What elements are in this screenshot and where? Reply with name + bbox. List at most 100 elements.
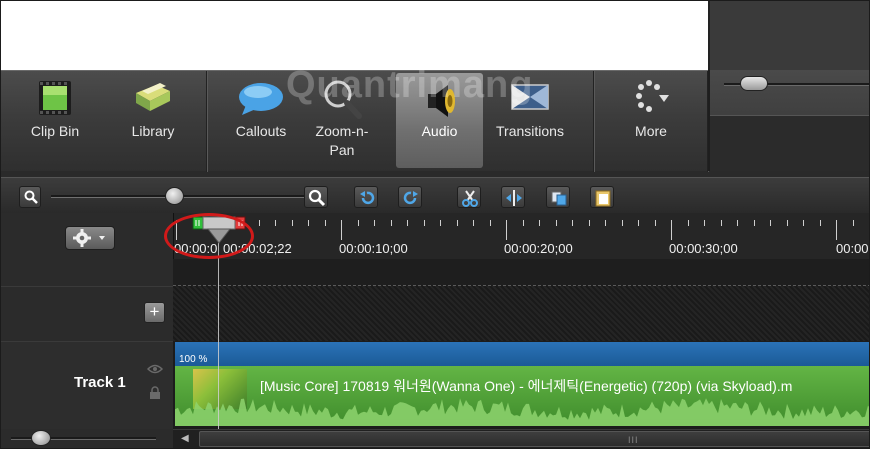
zoom-slider-thumb[interactable] (165, 187, 184, 205)
toolbar-separator (593, 71, 594, 172)
lock-icon[interactable] (149, 386, 161, 400)
clip-bin-icon (37, 79, 73, 120)
more-button[interactable]: More (613, 71, 689, 172)
zoom-out-icon (24, 190, 38, 204)
ruler-tick (770, 220, 771, 226)
ruler-tick (407, 220, 408, 226)
ruler-tick (819, 220, 821, 226)
ruler-tick (489, 220, 491, 226)
timeline-ruler[interactable]: 00:00:0 00:00:02;22 00:00:10;00 00:00:20;00… (173, 213, 869, 259)
camtasia-window: Clip Bin Library Callouts Zoom-n-Pan Aud… (0, 0, 870, 449)
paste-button[interactable] (590, 186, 614, 208)
timeline-controls-bar (1, 177, 869, 213)
more-icon (631, 79, 671, 118)
track-1-label: Track 1 (74, 374, 126, 391)
ruler-tick (456, 220, 458, 226)
copy-button[interactable] (546, 186, 570, 208)
more-label: More (635, 123, 667, 139)
library-icon (132, 79, 174, 118)
library-label: Library (131, 123, 175, 139)
redo-button[interactable] (398, 186, 422, 208)
ruler-tick (423, 220, 425, 226)
ruler-tick (473, 220, 474, 226)
ruler-tick (341, 220, 342, 240)
eye-icon[interactable] (147, 364, 163, 374)
ruler-tick (440, 220, 441, 226)
ruler-tick (324, 220, 326, 226)
chevron-down-icon (99, 236, 105, 240)
ruler-tick (522, 220, 524, 226)
properties-panel (710, 115, 869, 171)
copy-icon (551, 191, 567, 206)
scroll-grip: III (628, 435, 639, 445)
ruler-tick (539, 220, 540, 226)
ruler-tick (555, 220, 557, 226)
ruler-tick (654, 220, 656, 226)
ruler-tick (390, 220, 392, 226)
zoom-in-button[interactable] (304, 186, 328, 208)
ruler-tick (753, 220, 755, 226)
transitions-label: Transitions (496, 123, 564, 139)
ruler-tick (605, 220, 606, 226)
ruler-tick (638, 220, 639, 226)
ruler-tick (737, 220, 738, 226)
audio-waveform (175, 398, 869, 426)
playhead-line (218, 241, 219, 429)
timeline-row-header (1, 259, 173, 286)
ruler-tick (308, 220, 309, 226)
callouts-label: Callouts (235, 123, 287, 139)
gear-icon (73, 229, 105, 247)
ruler-tick (671, 220, 672, 240)
audio-volume-lane[interactable] (175, 342, 869, 366)
ruler-tick (803, 220, 804, 226)
undo-button[interactable] (354, 186, 378, 208)
undo-icon (360, 191, 375, 205)
ruler-time-label: 00:00:30;00 (669, 241, 738, 256)
ruler-tick (258, 220, 260, 226)
ruler-tick (720, 220, 722, 226)
ruler-tick (836, 220, 837, 240)
split-icon (506, 190, 522, 206)
zoom-out-button[interactable] (19, 186, 41, 208)
clip-volume-percent: 100 % (179, 354, 208, 365)
toolbar-separator (206, 71, 207, 172)
audio-label: Audio (421, 123, 458, 139)
timeline-marker-row (173, 259, 869, 286)
paste-icon (595, 190, 611, 207)
horizontal-scroll-thumb[interactable] (199, 431, 869, 447)
playhead-highlight-circle (164, 213, 254, 259)
preview-frame-left (1, 1, 8, 70)
volume-slider-thumb[interactable] (740, 76, 768, 91)
library-button[interactable]: Library (117, 71, 189, 172)
ruler-time-label: 00:00 (836, 241, 869, 256)
scissors-icon (462, 190, 478, 207)
clip-title: [Music Core] 170819 워너원(Wanna One) - 에너제… (260, 378, 793, 394)
split-button[interactable] (501, 186, 525, 208)
zoom-n-pan-label: Zoom-n-Pan (315, 123, 369, 158)
cut-button[interactable] (457, 186, 481, 208)
preview-canvas (8, 8, 708, 70)
ruler-tick (275, 220, 276, 226)
add-track-button[interactable]: + (144, 302, 165, 323)
timeline-settings-button[interactable] (65, 226, 115, 250)
ruler-tick (852, 220, 854, 226)
ruler-tick (291, 220, 293, 226)
redo-icon (403, 191, 418, 205)
track-height-slider-thumb[interactable] (31, 430, 51, 446)
volume-panel (708, 70, 869, 171)
ruler-tick (786, 220, 788, 226)
waveform-shape (175, 398, 869, 426)
clip-bin-label: Clip Bin (30, 123, 80, 139)
ruler-tick (687, 220, 689, 226)
clip-bin-button[interactable]: Clip Bin (19, 71, 91, 172)
ruler-tick (588, 220, 590, 226)
ruler-time-label: 00:00:20;00 (504, 241, 573, 256)
empty-track-area[interactable] (173, 286, 869, 341)
ruler-tick (621, 220, 623, 226)
ruler-tick (374, 220, 375, 226)
ruler-tick (357, 220, 359, 226)
zoom-in-icon (308, 189, 326, 207)
ruler-time-label: 00:00:10;00 (339, 241, 408, 256)
preview-frame-top (1, 1, 708, 8)
scroll-left-arrow-icon[interactable]: ◀ (181, 433, 189, 444)
